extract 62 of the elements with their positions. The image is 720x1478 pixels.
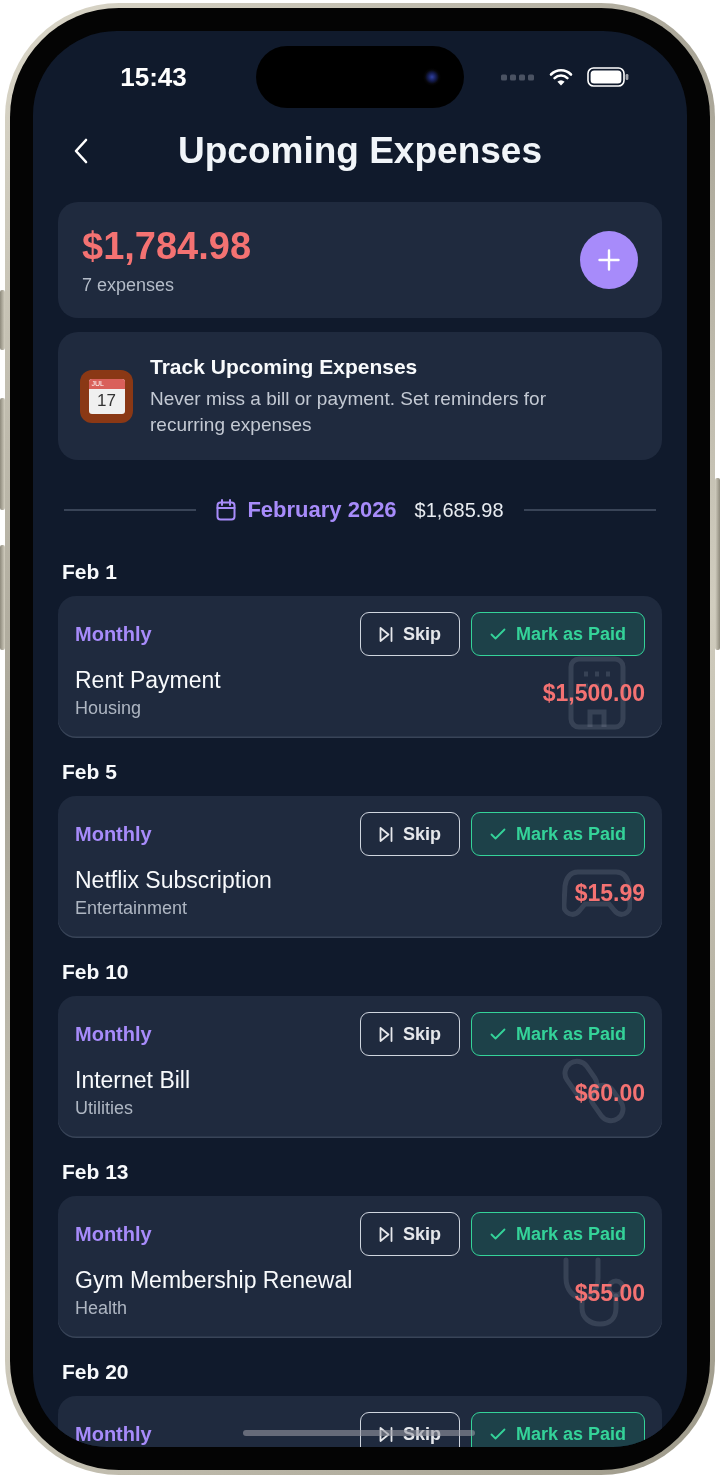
chevron-left-icon bbox=[73, 138, 89, 164]
skip-button[interactable]: Skip bbox=[359, 1012, 460, 1056]
check-icon bbox=[489, 1428, 506, 1440]
expense-category: Entertainment bbox=[75, 897, 188, 919]
side-button[interactable] bbox=[0, 290, 5, 350]
expense-category: Utilities bbox=[75, 1097, 133, 1119]
date-heading: Feb 1 bbox=[62, 559, 117, 585]
mark-paid-button[interactable]: Mark as Paid bbox=[470, 1012, 645, 1056]
battery-icon bbox=[586, 67, 629, 87]
expense-name: Internet Bill bbox=[75, 1067, 191, 1093]
month-label: February 2026 bbox=[247, 497, 397, 523]
check-icon bbox=[489, 1028, 506, 1040]
add-button[interactable] bbox=[580, 231, 638, 289]
expense-amount: $55.00 bbox=[574, 1279, 645, 1307]
back-button[interactable] bbox=[73, 138, 89, 164]
expense-name: Gym Membership Renewal bbox=[75, 1267, 353, 1293]
skip-icon bbox=[378, 1025, 393, 1043]
skip-icon bbox=[378, 825, 393, 843]
wifi-icon bbox=[548, 68, 573, 86]
total-amount: $1,784.98 bbox=[82, 224, 252, 268]
date-heading: Feb 13 bbox=[62, 1159, 129, 1185]
expense-amount: $15.99 bbox=[574, 879, 645, 907]
side-button[interactable] bbox=[0, 398, 5, 510]
frequency-label: Monthly bbox=[75, 822, 152, 846]
signal-icon bbox=[500, 73, 535, 81]
skip-button[interactable]: Skip bbox=[359, 612, 460, 656]
expense-count: 7 expenses bbox=[82, 274, 175, 296]
page-title: Upcoming Expenses bbox=[178, 129, 542, 173]
info-title: Track Upcoming Expenses bbox=[150, 354, 418, 380]
mark-paid-button[interactable]: Mark as Paid bbox=[470, 1412, 645, 1447]
frequency-label: Monthly bbox=[75, 622, 152, 646]
skip-button[interactable]: Skip bbox=[359, 812, 460, 856]
info-text: Never miss a bill or payment. Set reminders for recurring expenses bbox=[150, 387, 547, 437]
frequency-label: Monthly bbox=[75, 1222, 152, 1246]
skip-icon bbox=[378, 1225, 393, 1243]
check-icon bbox=[489, 628, 506, 640]
frequency-label: Monthly bbox=[75, 1022, 152, 1046]
expense-amount: $60.00 bbox=[574, 1079, 645, 1107]
expense-category: Housing bbox=[75, 697, 142, 719]
side-button[interactable] bbox=[715, 478, 720, 650]
skip-icon bbox=[378, 1425, 393, 1443]
month-total: $1,685.98 bbox=[414, 498, 504, 522]
mark-paid-button[interactable]: Mark as Paid bbox=[470, 812, 645, 856]
date-heading: Feb 5 bbox=[62, 759, 117, 785]
date-heading: Feb 20 bbox=[62, 1359, 129, 1385]
mark-paid-button[interactable]: Mark as Paid bbox=[470, 612, 645, 656]
skip-button[interactable]: Skip bbox=[359, 1212, 460, 1256]
skip-icon bbox=[378, 625, 393, 643]
expense-name: Netflix Subscription bbox=[75, 867, 272, 893]
calendar-icon bbox=[216, 499, 237, 521]
expense-name: Rent Payment bbox=[75, 667, 221, 693]
frequency-label: Monthly bbox=[75, 1422, 152, 1446]
side-button[interactable] bbox=[0, 545, 5, 650]
status-time: 15:43 bbox=[120, 61, 187, 93]
plus-icon bbox=[598, 249, 620, 271]
date-heading: Feb 10 bbox=[62, 959, 129, 985]
check-icon bbox=[489, 1228, 506, 1240]
calendar-day-label: 17 bbox=[97, 389, 116, 412]
expense-amount: $1,500.00 bbox=[542, 679, 645, 707]
mark-paid-button[interactable]: Mark as Paid bbox=[470, 1212, 645, 1256]
check-icon bbox=[489, 828, 506, 840]
expense-category: Health bbox=[75, 1297, 128, 1319]
